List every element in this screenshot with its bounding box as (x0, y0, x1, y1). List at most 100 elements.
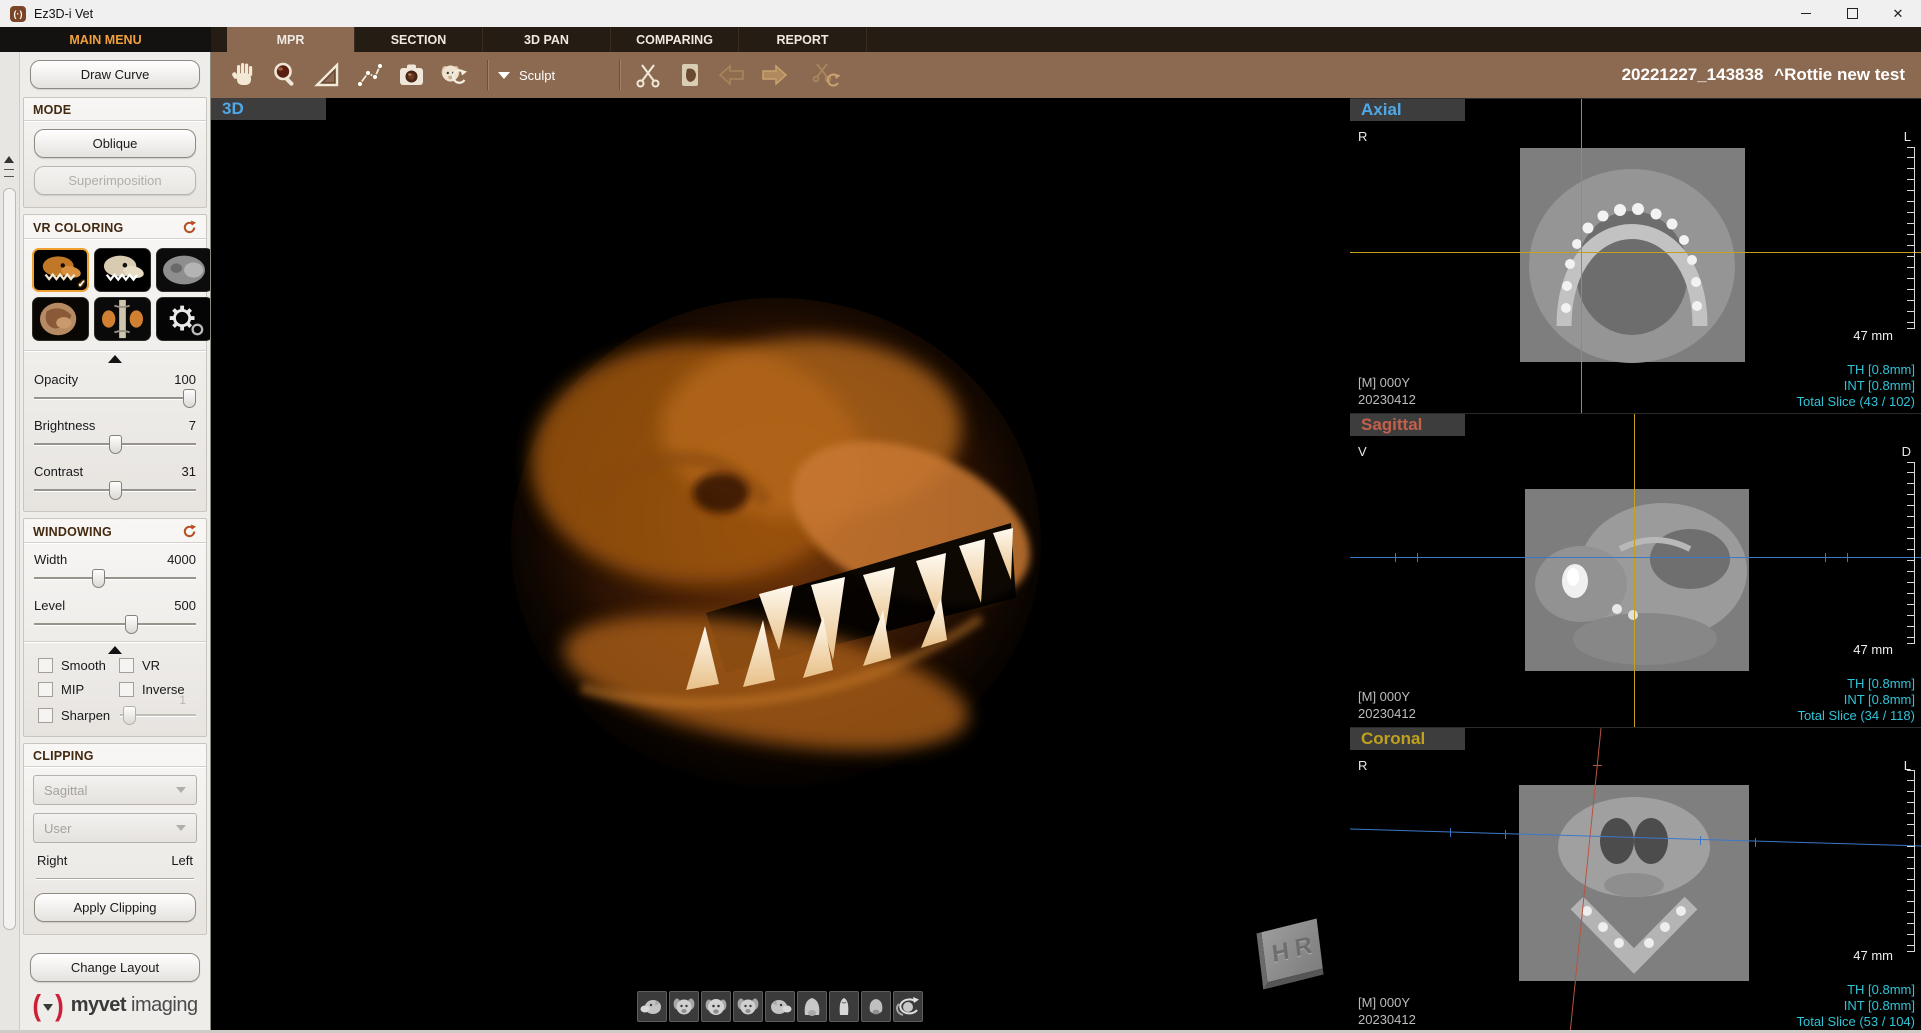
scroll-up-icon (4, 156, 14, 163)
refresh-icon[interactable] (182, 524, 197, 539)
view-preset-right-profile[interactable] (765, 991, 795, 1022)
brightness-label: Brightness (34, 418, 95, 433)
axial-crosshair-horizontal[interactable] (1350, 252, 1921, 253)
view-preset-left-profile[interactable] (637, 991, 667, 1022)
vr-preset-skull-gray[interactable] (156, 248, 210, 292)
brightness-track[interactable] (34, 434, 196, 455)
opacity-slider-row: Opacity 100 (34, 372, 196, 409)
vr-checkbox[interactable]: VR (119, 658, 200, 673)
minimize-icon (1801, 13, 1811, 14)
smooth-checkbox[interactable]: Smooth (38, 658, 119, 673)
mode-group: MODE Oblique Superimposition (23, 97, 207, 208)
clipping-right-label: Right (37, 853, 67, 868)
vr-preset-torso-tissue[interactable] (32, 297, 89, 341)
axial-crosshair-vertical[interactable] (1581, 99, 1582, 413)
view-preset-rotate[interactable] (893, 991, 923, 1022)
sagittal-orientation-left: V (1358, 444, 1367, 459)
view-preset-front-left[interactable] (669, 991, 699, 1022)
vr-preset-kidneys-spine[interactable] (94, 297, 151, 341)
redo-button[interactable] (756, 57, 792, 93)
coronal-title: Coronal (1361, 729, 1425, 749)
sharpen-checkbox[interactable] (38, 708, 53, 723)
mip-checkbox[interactable]: MIP (38, 682, 119, 697)
opacity-thumb[interactable] (183, 389, 196, 408)
hand-icon (228, 60, 258, 90)
brand-name-bold: myvet (71, 994, 126, 1017)
tab-report[interactable]: REPORT (739, 27, 867, 52)
dog-skull-render[interactable] (511, 288, 1071, 828)
opacity-track[interactable] (34, 388, 196, 409)
axial-view[interactable]: Axial R L 47 mm [M] 000Y 20230412 TH [0.… (1350, 98, 1921, 413)
sculpt-label: Sculpt (519, 68, 555, 83)
view-preset-back[interactable] (861, 991, 891, 1022)
view-preset-strip (637, 991, 923, 1022)
sculpt-reset-button[interactable] (808, 57, 844, 93)
pan-tool-button[interactable] (225, 57, 261, 93)
vr-preset-dog-skull-amber[interactable]: ✓ (32, 248, 89, 292)
level-slider-row: Level 500 (34, 598, 196, 635)
contrast-thumb[interactable] (109, 481, 122, 500)
sagittal-view[interactable]: Sagittal V D 47 mm [M] 000Y 20230412 TH … (1350, 413, 1921, 727)
clipping-range-track[interactable] (36, 878, 194, 879)
width-track[interactable] (34, 568, 196, 589)
maximize-button[interactable] (1829, 0, 1875, 27)
orientation-cube[interactable]: H R (1256, 919, 1323, 990)
sidebar-scrollbar[interactable] (0, 52, 20, 1033)
vr-preset-dog-skull-ivory[interactable] (94, 248, 151, 292)
contrast-track[interactable] (34, 480, 196, 501)
coronal-view[interactable]: Coronal R L 47 mm [M] 000Y 20230412 TH [… (1350, 727, 1921, 1033)
sagittal-crosshair-horizontal[interactable] (1350, 557, 1921, 558)
thickness-info: TH [0.8mm] (1796, 362, 1915, 378)
oblique-button[interactable]: Oblique (34, 129, 196, 158)
superimposition-button[interactable]: Superimposition (34, 166, 196, 195)
level-thumb[interactable] (125, 615, 138, 634)
draw-curve-button[interactable]: Draw Curve (30, 60, 200, 89)
undo-button[interactable] (714, 57, 750, 93)
apply-clipping-button[interactable]: Apply Clipping (34, 893, 196, 922)
sculpt-cut-button[interactable] (630, 57, 666, 93)
sharpen-thumb[interactable] (123, 706, 136, 725)
view-preset-front-right[interactable] (733, 991, 763, 1022)
minimize-button[interactable] (1783, 0, 1829, 27)
close-button[interactable]: ✕ (1875, 0, 1921, 27)
scroll-track[interactable] (3, 188, 16, 930)
view-preset-bottom[interactable] (829, 991, 859, 1022)
refresh-icon[interactable] (182, 220, 197, 235)
tab-section[interactable]: SECTION (355, 27, 483, 52)
triangle-ruler-icon (312, 60, 342, 90)
collapse-options-button[interactable] (24, 642, 206, 654)
clipping-mode-select[interactable]: User (33, 813, 197, 843)
inverse-checkbox[interactable]: Inverse (119, 682, 200, 697)
tab-comparing[interactable]: COMPARING (611, 27, 739, 52)
sagittal-orientation-right: D (1902, 444, 1911, 459)
tab-3d-pan[interactable]: 3D PAN (483, 27, 611, 52)
checkbox-icon (119, 658, 134, 673)
view-preset-front[interactable] (701, 991, 731, 1022)
reset-view-button[interactable] (435, 57, 471, 93)
width-thumb[interactable] (92, 569, 105, 588)
clipping-plane-select[interactable]: Sagittal (33, 775, 197, 805)
sharpen-track[interactable]: 1 (120, 705, 196, 726)
axial-ct-image (1520, 148, 1745, 362)
level-track[interactable] (34, 614, 196, 635)
sculpt-dropdown[interactable]: Sculpt (498, 68, 555, 83)
vr-preset-custom-settings[interactable] (156, 297, 210, 341)
brightness-thumb[interactable] (109, 435, 122, 454)
study-title: 20221227_143838 ^Rottie new test (1616, 65, 1905, 85)
polygon-mask-icon (675, 60, 705, 90)
sagittal-crosshair-vertical[interactable] (1634, 414, 1635, 727)
clipping-left-label: Left (171, 853, 193, 868)
change-layout-button[interactable]: Change Layout (30, 953, 200, 982)
tab-mpr[interactable]: MPR (227, 27, 355, 52)
dog-skull-ivory-icon (95, 249, 150, 291)
brightness-value: 7 (189, 418, 196, 433)
angle-measure-button[interactable] (309, 57, 345, 93)
capture-button[interactable] (393, 57, 429, 93)
collapse-adjust-button[interactable] (24, 351, 206, 363)
curve-measure-button[interactable] (351, 57, 387, 93)
sagittal-scale-label: 47 mm (1853, 642, 1893, 657)
view-preset-top[interactable] (797, 991, 827, 1022)
zoom-tool-button[interactable] (267, 57, 303, 93)
viewport-3d[interactable]: 3D (211, 98, 1350, 1033)
sculpt-polygon-button[interactable] (672, 57, 708, 93)
